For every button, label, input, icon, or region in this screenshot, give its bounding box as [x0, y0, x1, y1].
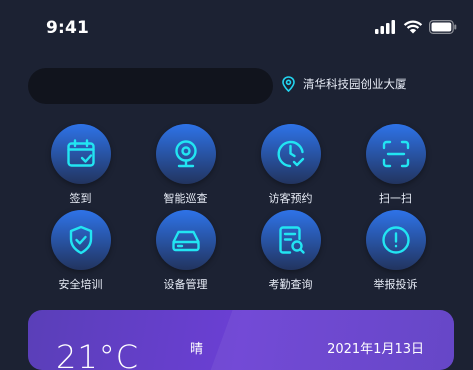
menu-item-inspection[interactable]: 智能巡查 [133, 124, 238, 210]
menu-item-visitor-booking[interactable]: 访客预约 [238, 124, 343, 210]
menu-item-scan[interactable]: 扫一扫 [343, 124, 448, 210]
icon-circle [260, 124, 321, 184]
menu-item-label: 签到 [69, 192, 92, 205]
menu-item-label: 举报投诉 [373, 278, 418, 291]
menu-item-label: 智能巡查 [163, 192, 208, 205]
status-icons [375, 20, 457, 34]
menu-item-attendance-query[interactable]: 考勤查询 [238, 210, 343, 294]
icon-circle [50, 124, 111, 184]
location-name: 清华科技园创业大厦 [303, 77, 407, 91]
weather-date: 2021年1月13日 [327, 342, 424, 357]
location-pin-icon [282, 76, 295, 92]
weather-temperature: 21°C [56, 338, 140, 370]
icon-circle [155, 124, 216, 184]
icon-circle [260, 210, 321, 270]
shield-check-icon [69, 225, 92, 255]
weather-card[interactable]: 21°C 晴 2021年1月13日 [28, 310, 454, 370]
search-row: 清华科技园创业大厦 [28, 67, 458, 105]
icon-circle [365, 124, 426, 184]
menu-item-sign-in[interactable]: 签到 [28, 124, 133, 210]
weather-condition: 晴 [190, 342, 204, 357]
menu-item-label: 考勤查询 [268, 278, 313, 291]
icon-circle [365, 210, 426, 270]
icon-circle [155, 210, 216, 270]
scan-icon [382, 140, 409, 168]
document-search-icon [278, 226, 305, 254]
alert-circle-icon [381, 226, 410, 254]
menu-item-label: 扫一扫 [379, 192, 412, 205]
signal-icon [375, 20, 395, 34]
status-bar: 9:41 [0, 0, 473, 56]
icon-circle [50, 210, 111, 270]
location-selector[interactable]: 清华科技园创业大厦 [282, 76, 407, 92]
feature-grid: 签到 智能巡查 访客预约 扫一扫 安全培训 设备管理 考勤查询 举报投诉 [28, 124, 448, 294]
menu-item-label: 设备管理 [163, 278, 208, 291]
menu-item-label: 安全培训 [58, 278, 103, 291]
menu-item-safety-training[interactable]: 安全培训 [28, 210, 133, 294]
menu-item-report-complaint[interactable]: 举报投诉 [343, 210, 448, 294]
menu-item-label: 访客预约 [268, 192, 313, 205]
drive-icon [171, 230, 200, 252]
calendar-check-icon [66, 139, 95, 167]
wifi-icon [403, 20, 423, 34]
clock-check-icon [277, 140, 304, 168]
battery-icon [429, 20, 457, 34]
camera-icon [174, 140, 197, 168]
search-input[interactable] [28, 68, 273, 104]
status-time: 9:41 [46, 18, 90, 38]
menu-item-device-management[interactable]: 设备管理 [133, 210, 238, 294]
